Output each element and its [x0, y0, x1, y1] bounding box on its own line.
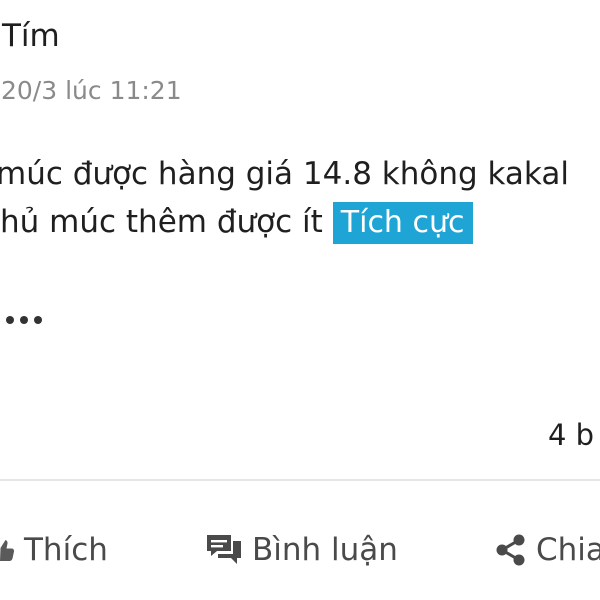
post-content-line-2: hủ múc thêm được ít Tích cực [0, 198, 600, 246]
like-icon [0, 537, 24, 563]
post-timestamp[interactable]: 20/3 lúc 11:21 [1, 76, 182, 105]
like-label: Thích [24, 532, 108, 568]
share-button[interactable]: Chia [494, 532, 600, 568]
more-dot [34, 316, 42, 324]
comment-icon [206, 533, 252, 567]
action-bar: Thích Bình luận Chia [0, 520, 600, 592]
share-label: Chia [536, 532, 600, 568]
comment-button[interactable]: Bình luận [206, 532, 398, 568]
author-name[interactable]: Tím [2, 18, 60, 54]
post-card: Tím 20/3 lúc 11:21 múc được hàng giá 14.… [0, 0, 600, 600]
sentiment-tag: Tích cực [332, 202, 473, 244]
comment-label: Bình luận [252, 532, 398, 568]
more-dot [20, 316, 28, 324]
post-content-line-1: múc được hàng giá 14.8 không kakal [0, 156, 569, 192]
more-icon[interactable] [6, 316, 42, 324]
comment-count[interactable]: 4 b [548, 418, 594, 452]
share-icon [494, 533, 536, 567]
like-button[interactable]: Thích [0, 532, 108, 568]
post-content-line-2-text: hủ múc thêm được ít [0, 204, 323, 240]
post-content: múc được hàng giá 14.8 không kakal hủ mú… [0, 150, 600, 246]
more-dot [6, 316, 14, 324]
divider [0, 479, 600, 481]
